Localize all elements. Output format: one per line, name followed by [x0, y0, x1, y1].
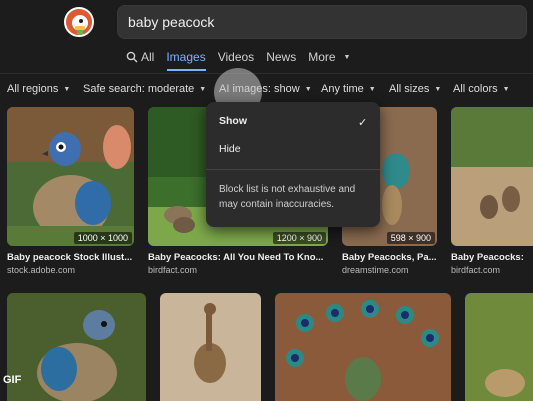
top-bar: baby peacock All Images Videos News More… — [0, 0, 533, 72]
image-size-badge: 1200 × 900 — [272, 232, 326, 244]
filter-regions-label: All regions — [7, 83, 59, 95]
filter-colors[interactable]: All colors ▼ — [453, 83, 510, 95]
filter-colors-label: All colors — [453, 83, 498, 95]
filter-regions[interactable]: All regions ▼ — [7, 83, 70, 95]
tab-images-label: Images — [166, 50, 206, 64]
tab-news-label: News — [266, 50, 297, 64]
result-image-1[interactable]: 1000 × 1000 — [7, 107, 134, 246]
search-tabs: All Images Videos News More ▼ — [126, 48, 350, 66]
result-source-4[interactable]: birdfact.com — [451, 265, 533, 275]
gif-badge: GIF — [3, 374, 22, 386]
result-caption-1[interactable]: Baby peacock Stock Illust... — [7, 252, 135, 263]
tab-videos-label: Videos — [217, 50, 255, 64]
result-source-1[interactable]: stock.adobe.com — [7, 265, 135, 275]
chevron-down-icon: ▼ — [199, 86, 207, 93]
peachick-image — [465, 293, 533, 401]
result-image-4[interactable] — [451, 107, 533, 246]
filter-safe-search-label: Safe search: moderate — [83, 83, 195, 95]
dropdown-disclaimer: Block list is not exhaustive and may con… — [219, 184, 356, 210]
chevron-down-icon: ▼ — [63, 86, 71, 93]
image-size-badge: 1000 × 1000 — [73, 232, 132, 244]
search-query-text: baby peacock — [128, 14, 215, 30]
tab-more-label: More — [308, 50, 336, 64]
filter-sizes-label: All sizes — [389, 83, 430, 95]
filter-safe-search[interactable]: Safe search: moderate ▼ — [83, 83, 206, 95]
result-image-8[interactable] — [465, 293, 533, 401]
peacock-feathers-image — [275, 293, 451, 401]
chevron-down-icon: ▼ — [434, 86, 442, 93]
filter-time-label: Any time — [321, 83, 364, 95]
tab-news[interactable]: News — [266, 48, 296, 66]
tab-all[interactable]: All — [126, 48, 154, 66]
result-source-3[interactable]: dreamstime.com — [342, 265, 438, 275]
active-tab-indicator — [167, 69, 206, 71]
peachicks-group-image — [451, 107, 533, 246]
dropdown-option-show[interactable]: Show — [219, 115, 247, 127]
chevron-down-icon: ▼ — [343, 53, 351, 61]
result-image-6[interactable] — [160, 293, 261, 401]
result-caption-3[interactable]: Baby Peacocks, Pa... — [342, 252, 438, 263]
search-input[interactable]: baby peacock — [117, 5, 527, 39]
tab-images[interactable]: Images — [166, 48, 205, 66]
ai-images-dropdown: Show ✓ Hide Block list is not exhaustive… — [206, 102, 380, 227]
result-image-7[interactable] — [275, 293, 451, 401]
filter-time[interactable]: Any time ▼ — [321, 83, 376, 95]
filter-sizes[interactable]: All sizes ▼ — [389, 83, 441, 95]
dropdown-option-hide[interactable]: Hide — [219, 143, 241, 155]
tab-videos[interactable]: Videos — [218, 48, 254, 66]
checkmark-icon: ✓ — [358, 117, 368, 129]
baby-peacock-image — [7, 107, 134, 246]
chevron-down-icon: ▼ — [502, 86, 510, 93]
duckduckgo-logo-icon[interactable] — [64, 7, 94, 37]
dropdown-divider — [206, 169, 380, 170]
result-source-2[interactable]: birdfact.com — [148, 265, 328, 275]
filter-bar: All regions▼ Safe search: moderate▼ AI i… — [0, 73, 533, 103]
peachick-walking-image — [160, 293, 261, 401]
search-icon — [126, 51, 138, 63]
image-size-badge: 598 × 900 — [386, 232, 435, 244]
result-image-5[interactable] — [7, 293, 146, 401]
tab-all-label: All — [141, 50, 155, 64]
baby-peacock-image — [7, 293, 146, 401]
chevron-down-icon: ▼ — [368, 86, 376, 93]
chevron-down-icon: ▼ — [304, 86, 312, 93]
result-caption-2[interactable]: Baby Peacocks: All You Need To Kno... — [148, 252, 328, 263]
tab-more[interactable]: More ▼ — [308, 48, 350, 66]
result-caption-4[interactable]: Baby Peacocks: — [451, 252, 533, 263]
